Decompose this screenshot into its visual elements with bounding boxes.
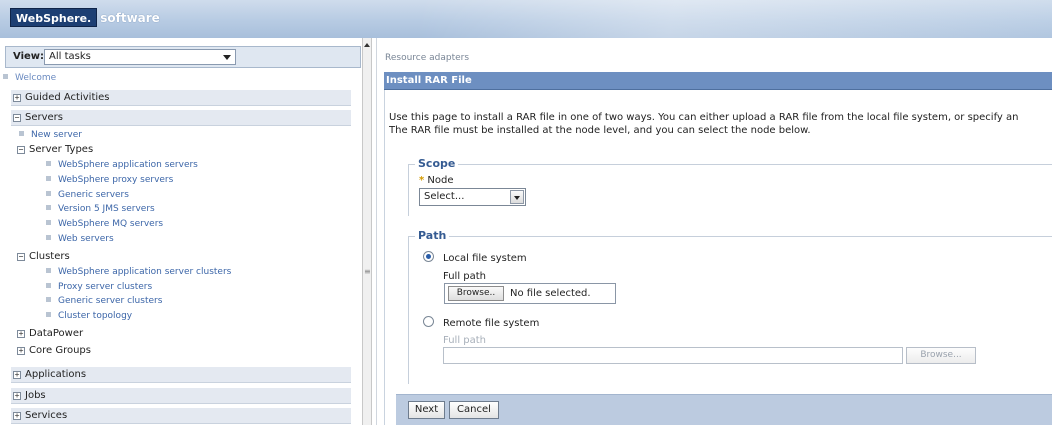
nav-websphere-app-servers[interactable]: WebSphere application servers — [46, 160, 198, 170]
nav-cluster-topology[interactable]: Cluster topology — [46, 311, 132, 321]
view-label: View: — [13, 51, 45, 62]
required-star: * — [419, 175, 425, 186]
chevron-down-icon[interactable] — [510, 190, 524, 204]
nav-app-server-clusters[interactable]: WebSphere application server clusters — [46, 267, 231, 277]
remote-path-input[interactable] — [443, 347, 903, 364]
nav-section-applications[interactable]: + Applications — [11, 366, 351, 383]
remote-browse-button[interactable]: Browse... — [906, 347, 976, 364]
view-bar: View: All tasks — [5, 46, 361, 68]
remote-file-label[interactable]: Remote file system — [443, 318, 539, 329]
nav-section-jobs[interactable]: + Jobs — [11, 387, 351, 404]
remote-file-radio[interactable] — [423, 316, 434, 327]
nav-generic-server-clusters[interactable]: Generic server clusters — [46, 296, 162, 306]
nav-web-servers[interactable]: Web servers — [46, 234, 114, 244]
bullet-icon — [46, 220, 51, 225]
logo-main: WebSphere. — [10, 8, 98, 27]
bullet-icon — [46, 283, 51, 288]
local-file-label[interactable]: Local file system — [443, 253, 527, 264]
nav-proxy-server-clusters[interactable]: Proxy server clusters — [46, 282, 152, 292]
expand-icon[interactable]: + — [13, 392, 21, 400]
websphere-logo: WebSphere. software — [10, 8, 160, 27]
bullet-icon — [46, 191, 51, 196]
divider — [376, 38, 377, 425]
browse-button[interactable]: Browse.. — [448, 286, 504, 301]
collapse-icon[interactable]: − — [13, 114, 21, 122]
nav-core-groups[interactable]: + Core Groups — [17, 345, 91, 356]
view-select[interactable]: All tasks — [44, 49, 236, 65]
bullet-icon — [19, 131, 24, 136]
bullet-icon — [46, 312, 51, 317]
collapse-icon[interactable]: − — [17, 253, 25, 261]
nav-scrollbar[interactable]: ≡ — [362, 38, 372, 425]
breadcrumb[interactable]: Resource adapters — [385, 53, 469, 63]
intro-text: Use this page to install a RAR file in o… — [389, 111, 1052, 137]
expand-icon[interactable]: + — [13, 371, 21, 379]
view-select-value: All tasks — [49, 51, 91, 62]
bullet-icon — [46, 176, 51, 181]
bullet-icon — [46, 205, 51, 210]
collapse-icon[interactable]: − — [17, 146, 25, 154]
banner: WebSphere. software — [0, 0, 1052, 38]
bullet-icon — [46, 268, 51, 273]
nav-section-services[interactable]: + Services — [11, 407, 351, 424]
nav-generic-servers[interactable]: Generic servers — [46, 190, 129, 200]
full-path-label: Full path — [443, 271, 487, 282]
node-label: * Node — [419, 175, 454, 186]
bullet-icon — [46, 297, 51, 302]
expand-icon[interactable]: + — [13, 412, 21, 420]
nav-welcome[interactable]: Welcome — [3, 73, 56, 83]
expand-icon[interactable]: + — [17, 330, 25, 338]
banner-swoosh — [420, 0, 1052, 38]
splitter-grip-icon[interactable]: ≡ — [364, 268, 371, 280]
local-file-radio[interactable] — [423, 251, 434, 262]
node-select-value: Select... — [424, 191, 465, 202]
bullet-icon — [46, 235, 51, 240]
node-select[interactable]: Select... — [419, 188, 526, 206]
scroll-up-icon[interactable] — [364, 43, 370, 47]
chevron-down-icon — [223, 55, 231, 60]
cancel-button[interactable]: Cancel — [449, 401, 499, 419]
remote-full-path-label: Full path — [443, 335, 487, 346]
nav-section-servers[interactable]: − Servers — [11, 109, 351, 126]
expand-icon[interactable]: + — [17, 347, 25, 355]
expand-icon[interactable]: + — [13, 94, 21, 102]
local-file-input[interactable]: Browse.. No file selected. — [444, 283, 616, 304]
nav-new-server[interactable]: New server — [19, 130, 82, 140]
nav-jms-servers[interactable]: Version 5 JMS servers — [46, 204, 155, 214]
no-file-text: No file selected. — [510, 288, 591, 299]
next-button[interactable]: Next — [408, 401, 445, 419]
path-title: Path — [415, 229, 450, 242]
nav-section-guided-activities[interactable]: + Guided Activities — [11, 89, 351, 106]
bullet-icon — [3, 74, 8, 79]
page-title: Install RAR File — [384, 72, 1052, 90]
bullet-icon — [46, 161, 51, 166]
nav-clusters[interactable]: − Clusters — [17, 251, 70, 262]
logo-sub: software — [100, 10, 160, 25]
scope-title: Scope — [415, 157, 459, 170]
intro-line-2: The RAR file must be installed at the no… — [389, 125, 811, 136]
nav-websphere-proxy-servers[interactable]: WebSphere proxy servers — [46, 175, 173, 185]
nav-server-types[interactable]: − Server Types — [17, 144, 93, 155]
intro-line-1: Use this page to install a RAR file in o… — [389, 112, 1019, 123]
nav-datapower[interactable]: + DataPower — [17, 328, 83, 339]
nav-mq-servers[interactable]: WebSphere MQ servers — [46, 219, 163, 229]
